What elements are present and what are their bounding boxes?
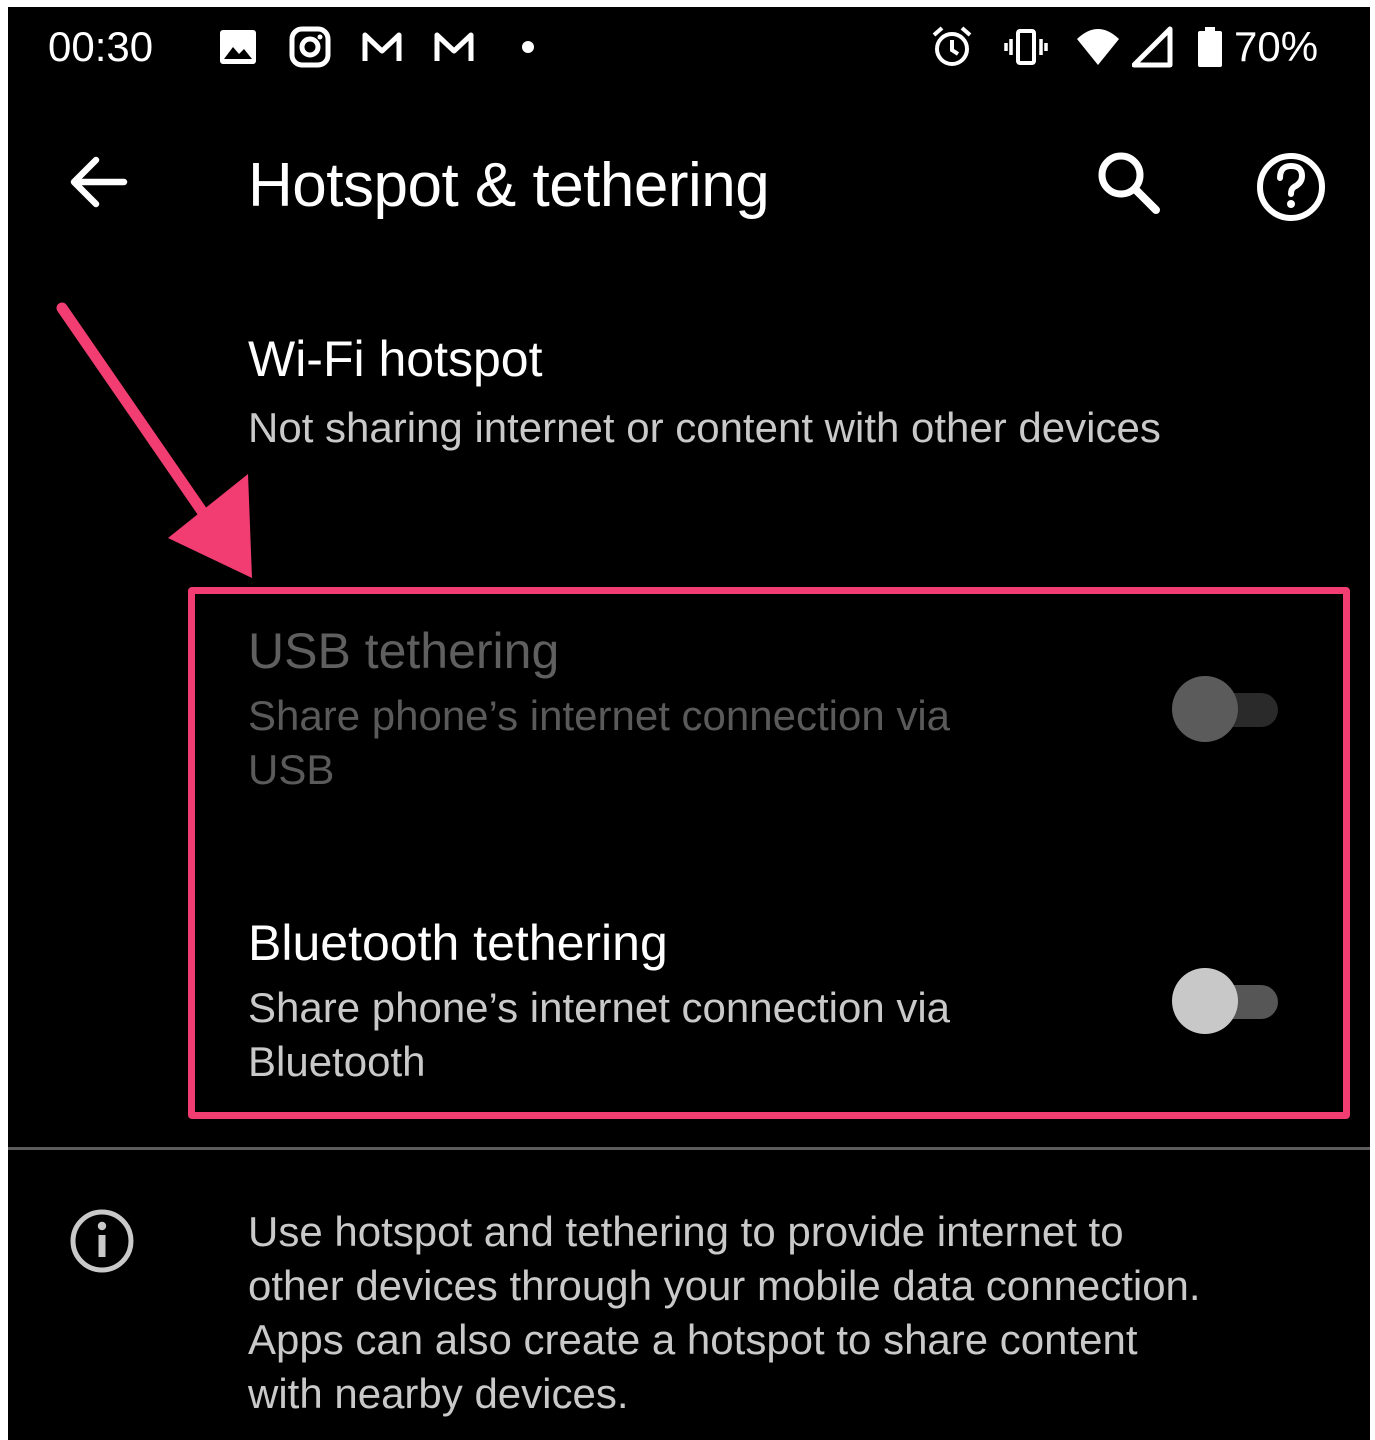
search-button[interactable]	[1088, 142, 1168, 222]
bluetooth-tethering-item[interactable]: Bluetooth tethering Share phone’s intern…	[248, 913, 1328, 1089]
phone-screen: 00:30 70% Hotspot & tethering Wi-Fi hots…	[8, 7, 1370, 1440]
app-bar: Hotspot & tethering	[8, 112, 1370, 252]
vibrate-icon	[1004, 29, 1048, 65]
footer-description: Use hotspot and tethering to provide int…	[248, 1205, 1338, 1421]
bluetooth-tethering-toggle[interactable]	[1172, 965, 1282, 1035]
usb-tethering-summary-line1: Share phone’s internet connection via	[248, 692, 951, 739]
cell-signal-icon	[1132, 26, 1173, 68]
page-title: Hotspot & tethering	[248, 151, 770, 220]
bluetooth-tethering-title: Bluetooth tethering	[248, 915, 668, 971]
footer-line: Apps can also create a hotspot to share …	[248, 1316, 1138, 1363]
toggle-thumb	[1172, 968, 1238, 1034]
wifi-icon	[1077, 29, 1119, 65]
help-icon	[1257, 153, 1325, 221]
wifi-hotspot-item[interactable]: Wi-Fi hotspot Not sharing internet or co…	[248, 329, 1328, 455]
wifi-hotspot-summary: Not sharing internet or content with oth…	[248, 404, 1161, 451]
alarm-icon	[932, 26, 972, 66]
more-dot-icon	[522, 41, 534, 53]
back-button[interactable]	[60, 142, 140, 222]
gmail-icon	[362, 32, 402, 61]
toggle-thumb	[1172, 676, 1238, 742]
instagram-icon	[289, 26, 331, 68]
usb-tethering-toggle	[1172, 673, 1282, 743]
annotation-arrow-icon	[56, 302, 252, 578]
status-bar: 00:30 70%	[8, 7, 1370, 87]
wifi-hotspot-title: Wi-Fi hotspot	[248, 331, 543, 387]
info-icon	[70, 1209, 134, 1273]
divider	[8, 1147, 1370, 1150]
usb-tethering-title: USB tethering	[248, 623, 560, 679]
image-icon	[220, 30, 256, 64]
search-icon	[1098, 152, 1160, 214]
back-arrow-icon	[70, 156, 128, 208]
battery-percent: 70%	[1234, 23, 1319, 70]
gmail-icon	[434, 32, 474, 61]
footer-line: Use hotspot and tethering to provide int…	[248, 1208, 1124, 1255]
footer-line: other devices through your mobile data c…	[248, 1262, 1201, 1309]
status-time: 00:30	[48, 23, 154, 70]
bluetooth-tethering-summary-line2: Bluetooth	[248, 1038, 426, 1085]
usb-tethering-item: USB tethering Share phone’s internet con…	[248, 621, 1328, 797]
footer-line: with nearby devices.	[248, 1370, 629, 1417]
help-button[interactable]	[1246, 142, 1336, 232]
usb-tethering-summary-line2: USB	[248, 746, 335, 793]
bluetooth-tethering-summary-line1: Share phone’s internet connection via	[248, 984, 951, 1031]
battery-icon	[1198, 27, 1222, 67]
